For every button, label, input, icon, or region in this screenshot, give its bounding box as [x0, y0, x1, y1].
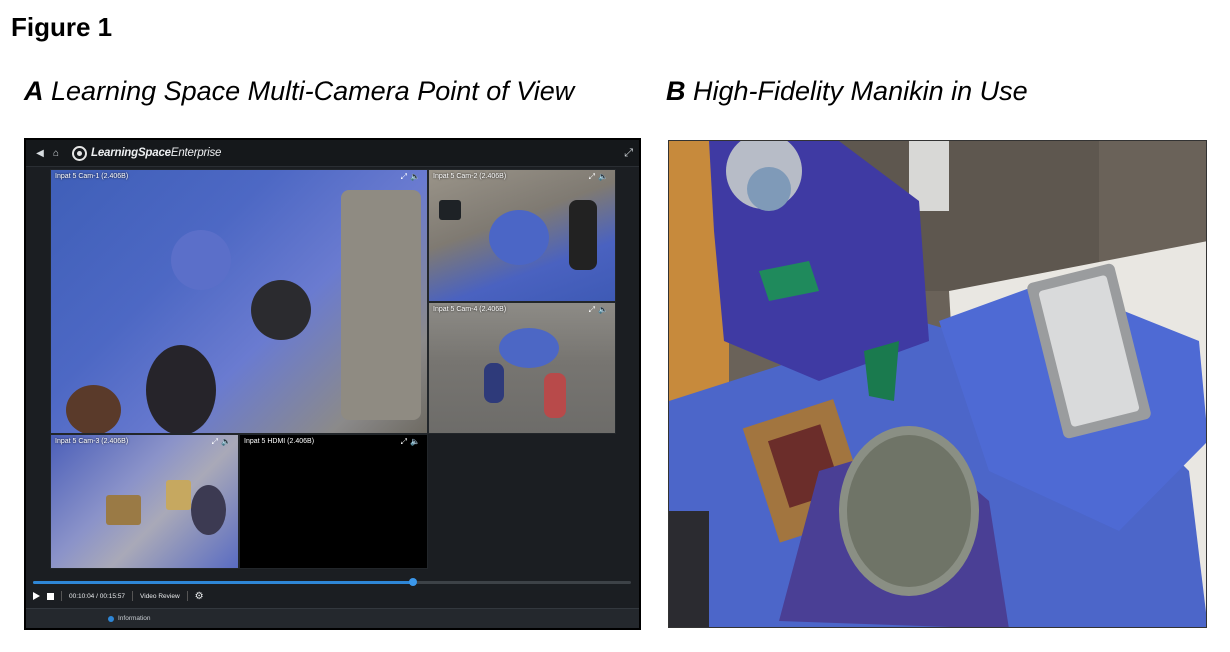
- mute-icon[interactable]: 🔈: [598, 305, 611, 314]
- brand-regular: Enterprise: [170, 147, 222, 159]
- stop-icon[interactable]: [47, 592, 54, 600]
- empty-camera-slot: [428, 434, 616, 569]
- panel-a-letter: A: [24, 76, 44, 106]
- expand-icon[interactable]: ⤢: [401, 437, 410, 446]
- camera-label: Inpat 5 Cam-2 (2.406B): [433, 173, 507, 180]
- settings-icon[interactable]: ⚙: [195, 591, 204, 602]
- camera-2-video: [429, 170, 615, 301]
- camera-controls: ⤢🔈: [401, 172, 423, 182]
- mute-icon[interactable]: 🔈: [410, 437, 423, 446]
- mute-icon[interactable]: 🔈: [598, 172, 611, 181]
- camera-4-video: [429, 303, 615, 433]
- camera-view-4[interactable]: Inpat 5 Cam-4 (2.406B) ⤢🔈: [428, 302, 616, 434]
- mute-icon[interactable]: 🔈: [410, 172, 423, 181]
- camera-view-1[interactable]: Inpat 5 Cam-1 (2.406B) ⤢🔈: [50, 169, 428, 434]
- playback-progress-bar[interactable]: [33, 578, 631, 586]
- camera-controls: ⤢🔈: [212, 437, 234, 447]
- panel-b-letter: B: [666, 76, 686, 106]
- fullscreen-icon[interactable]: ⤢: [624, 147, 633, 160]
- manikin-photo: [668, 140, 1207, 628]
- progress-fill: [33, 581, 414, 584]
- information-bar[interactable]: Information: [26, 608, 639, 628]
- camera-controls: ⤢🔈: [401, 437, 423, 447]
- info-icon: [108, 615, 114, 622]
- panel-a-caption: A Learning Space Multi-Camera Point of V…: [24, 76, 574, 107]
- playback-time: 00:10:04 / 00:15:57: [69, 592, 126, 600]
- logo-icon: [72, 145, 87, 161]
- mute-icon[interactable]: 🔈: [221, 437, 234, 446]
- expand-icon[interactable]: ⤢: [589, 172, 598, 181]
- panel-b-caption: B High-Fidelity Manikin in Use: [666, 76, 1028, 107]
- camera-controls: ⤢🔈: [589, 305, 611, 315]
- camera-label: Inpat 5 Cam-4 (2.406B): [433, 306, 507, 313]
- camera-view-2[interactable]: Inpat 5 Cam-2 (2.406B) ⤢🔈: [428, 169, 616, 302]
- learningspace-viewer: ◀ ⌂ LearningSpaceEnterprise ⤢ Inpat 5 Ca…: [24, 138, 641, 630]
- brand-bold: LearningSpace: [91, 147, 171, 159]
- manikin-photo-illustration: [669, 141, 1206, 627]
- camera-label: Inpat 5 Cam-3 (2.406B): [55, 438, 129, 445]
- camera-controls: ⤢🔈: [589, 172, 611, 182]
- divider: [61, 591, 62, 601]
- information-label[interactable]: Information: [118, 615, 151, 622]
- expand-icon[interactable]: ⤢: [401, 172, 410, 181]
- home-icon[interactable]: ⌂: [48, 148, 64, 159]
- camera-3-video: [51, 435, 238, 568]
- panel-b-caption-text: High-Fidelity Manikin in Use: [693, 76, 1028, 106]
- divider: [132, 591, 134, 601]
- play-icon[interactable]: [33, 592, 40, 600]
- camera-view-hdmi[interactable]: Inpat 5 HDMI (2.406B) ⤢🔈: [239, 434, 428, 569]
- panel-a-caption-text: Learning Space Multi-Camera Point of Vie…: [51, 76, 575, 106]
- figure-title: Figure 1: [11, 12, 113, 42]
- playback-mode: Video Review: [140, 592, 180, 600]
- camera-view-3[interactable]: Inpat 5 Cam-3 (2.406B) ⤢🔈: [50, 434, 239, 569]
- camera-1-video: [51, 170, 427, 433]
- expand-icon[interactable]: ⤢: [212, 437, 221, 446]
- progress-handle[interactable]: [409, 578, 418, 586]
- camera-label: Inpat 5 Cam-1 (2.406B): [55, 173, 129, 180]
- expand-icon[interactable]: ⤢: [589, 305, 598, 314]
- divider: [186, 591, 188, 601]
- camera-label: Inpat 5 HDMI (2.406B): [244, 438, 315, 445]
- brand-name: LearningSpaceEnterprise: [91, 147, 221, 159]
- viewer-topbar: ◀ ⌂ LearningSpaceEnterprise ⤢: [26, 140, 639, 167]
- camera-grid: Inpat 5 Cam-1 (2.406B) ⤢🔈 Inpat 5 Cam-2 …: [50, 169, 616, 569]
- back-icon[interactable]: ◀: [32, 148, 48, 159]
- playback-controls: 00:10:04 / 00:15:57 Video Review ⚙: [33, 589, 204, 603]
